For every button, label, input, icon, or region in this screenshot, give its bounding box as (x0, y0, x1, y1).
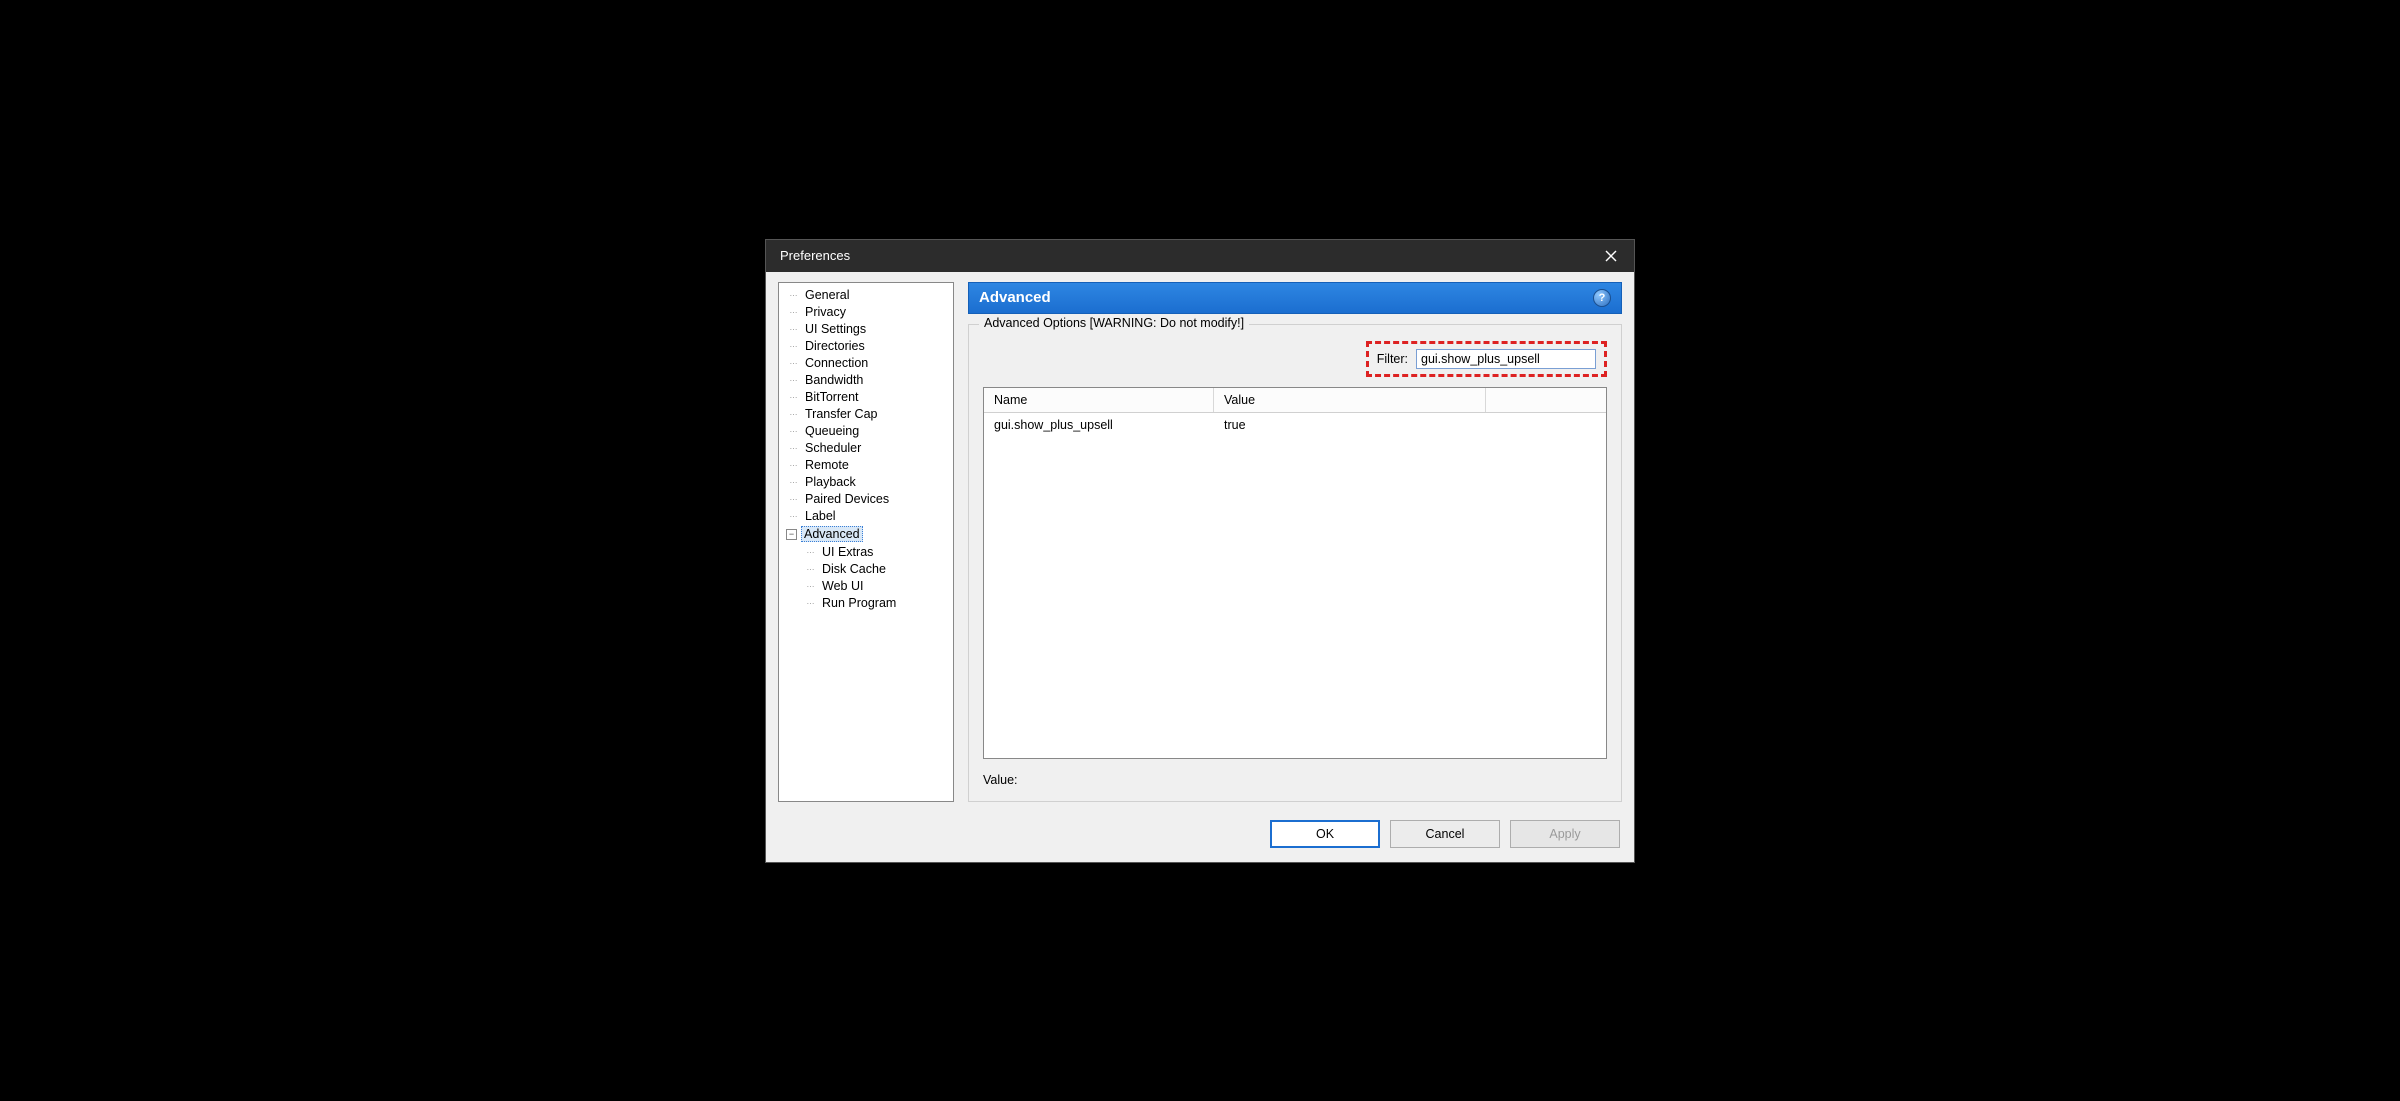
table-header: Name Value (984, 388, 1606, 413)
tree-branch-icon: ⋯ (786, 376, 802, 385)
tree-branch-icon: ⋯ (786, 291, 802, 300)
table-body: gui.show_plus_upsell true (984, 413, 1606, 758)
advanced-options-group: Advanced Options [WARNING: Do not modify… (968, 324, 1622, 802)
tree-branch-icon: ⋯ (786, 512, 802, 521)
tree-branch-icon: ⋯ (803, 548, 819, 557)
tree-item-ui-settings[interactable]: ⋯UI Settings (783, 321, 953, 338)
tree-branch-icon: ⋯ (786, 427, 802, 436)
preferences-dialog: Preferences ⋯General ⋯Privacy ⋯UI Settin… (765, 239, 1635, 863)
tree-branch-icon: ⋯ (803, 565, 819, 574)
tree-item-privacy[interactable]: ⋯Privacy (783, 304, 953, 321)
tree-item-playback[interactable]: ⋯Playback (783, 474, 953, 491)
filter-highlight: Filter: (1366, 341, 1607, 377)
tree-branch-icon: ⋯ (786, 359, 802, 368)
tree-item-bittorrent[interactable]: ⋯BitTorrent (783, 389, 953, 406)
tree-item-disk-cache[interactable]: ⋯Disk Cache (783, 561, 953, 578)
ok-button[interactable]: OK (1270, 820, 1380, 848)
tree-item-advanced[interactable]: − Advanced (783, 525, 953, 544)
cell-value: true (1214, 413, 1606, 437)
groupbox-legend: Advanced Options [WARNING: Do not modify… (979, 316, 1249, 330)
filter-row: Filter: (983, 341, 1607, 377)
titlebar: Preferences (766, 240, 1634, 272)
tree-branch-icon: ⋯ (803, 582, 819, 591)
tree-branch-icon: ⋯ (786, 393, 802, 402)
dialog-button-row: OK Cancel Apply (766, 810, 1634, 862)
filter-input[interactable] (1416, 349, 1596, 369)
cell-name: gui.show_plus_upsell (984, 413, 1214, 437)
window-title: Preferences (780, 248, 850, 263)
tree-branch-icon: ⋯ (786, 342, 802, 351)
close-button[interactable] (1596, 246, 1626, 266)
tree-branch-icon: ⋯ (786, 461, 802, 470)
tree-item-remote[interactable]: ⋯Remote (783, 457, 953, 474)
collapse-icon[interactable]: − (786, 529, 797, 540)
table-row[interactable]: gui.show_plus_upsell true (984, 413, 1606, 437)
tree-item-connection[interactable]: ⋯Connection (783, 355, 953, 372)
tree-item-directories[interactable]: ⋯Directories (783, 338, 953, 355)
tree-item-run-program[interactable]: ⋯Run Program (783, 595, 953, 612)
tree-branch-icon: ⋯ (803, 599, 819, 608)
tree-item-paired-devices[interactable]: ⋯Paired Devices (783, 491, 953, 508)
tree-item-label[interactable]: ⋯Label (783, 508, 953, 525)
tree-item-web-ui[interactable]: ⋯Web UI (783, 578, 953, 595)
tree-item-queueing[interactable]: ⋯Queueing (783, 423, 953, 440)
tree-branch-icon: ⋯ (786, 325, 802, 334)
tree-item-ui-extras[interactable]: ⋯UI Extras (783, 544, 953, 561)
column-header-value[interactable]: Value (1214, 388, 1486, 412)
tree-item-scheduler[interactable]: ⋯Scheduler (783, 440, 953, 457)
tree-branch-icon: ⋯ (786, 444, 802, 453)
tree-branch-icon: ⋯ (786, 478, 802, 487)
tree-item-general[interactable]: ⋯General (783, 287, 953, 304)
help-icon[interactable]: ? (1593, 289, 1611, 307)
tree-branch-icon: ⋯ (786, 495, 802, 504)
apply-button[interactable]: Apply (1510, 820, 1620, 848)
close-icon (1605, 250, 1617, 262)
options-table[interactable]: Name Value gui.show_plus_upsell true (983, 387, 1607, 759)
column-header-name[interactable]: Name (984, 388, 1214, 412)
panel-title: Advanced (979, 289, 1051, 306)
tree-item-transfer-cap[interactable]: ⋯Transfer Cap (783, 406, 953, 423)
tree-branch-icon: ⋯ (786, 308, 802, 317)
category-tree[interactable]: ⋯General ⋯Privacy ⋯UI Settings ⋯Director… (778, 282, 954, 802)
main-panel: Advanced ? Advanced Options [WARNING: Do… (968, 282, 1622, 802)
filter-label: Filter: (1377, 352, 1408, 366)
tree-item-bandwidth[interactable]: ⋯Bandwidth (783, 372, 953, 389)
cancel-button[interactable]: Cancel (1390, 820, 1500, 848)
tree-branch-icon: ⋯ (786, 410, 802, 419)
value-edit-row: Value: (983, 773, 1607, 787)
value-label: Value: (983, 773, 1018, 787)
panel-header: Advanced ? (968, 282, 1622, 314)
column-header-spacer (1486, 388, 1606, 412)
